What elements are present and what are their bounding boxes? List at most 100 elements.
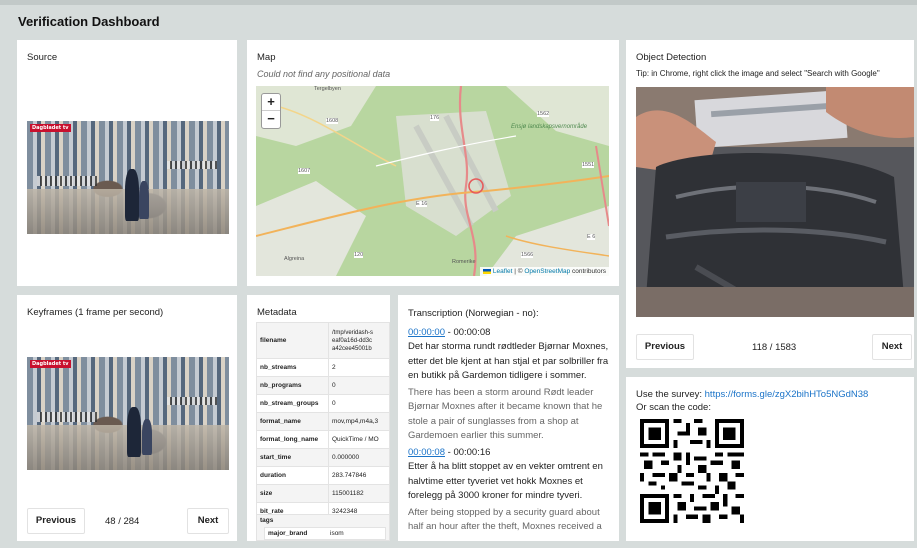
map-label-7: E 16 xyxy=(416,201,428,207)
map-label-12: Romerike xyxy=(452,259,476,265)
map-label-5: 1607 xyxy=(298,168,311,174)
attribution-sep: | © xyxy=(512,268,525,275)
metadata-value: 2 xyxy=(328,358,390,377)
metadata-value: 0 xyxy=(328,394,390,413)
keyframe-image[interactable]: Dagbladet tv xyxy=(27,357,229,470)
tags-sub-key: major_brand xyxy=(268,530,308,537)
object-detection-title: Object Detection xyxy=(636,52,707,63)
metadata-key: size xyxy=(256,484,329,503)
segment-start-link[interactable]: 00:00:00 xyxy=(408,327,445,338)
metadata-value: 115001182 xyxy=(328,484,390,503)
table-row: start_time 0.000000 xyxy=(256,448,390,467)
map-view[interactable]: Tergelbyen 1608 1562 1551 1607 176 E 16 … xyxy=(256,86,609,276)
metadata-tags: tags major_brand isom xyxy=(256,514,390,541)
transcription-segment: 00:00:00 - 00:00:08 Det har storma rundt… xyxy=(408,326,614,444)
top-bar: Verification Dashboard xyxy=(0,0,917,32)
source-title: Source xyxy=(27,52,58,63)
keyframe-previous-button[interactable]: Previous xyxy=(27,508,85,534)
map-subtitle: Could not find any positional data xyxy=(257,69,391,79)
metadata-value: 0 xyxy=(328,376,390,395)
metadata-key: start_time xyxy=(256,448,329,467)
map-attribution: Leaflet | © OpenStreetMap contributors xyxy=(480,267,609,276)
map-label-8: E 6 xyxy=(587,234,596,240)
segment-original: Det har storma rundt rødtleder Bjørnar M… xyxy=(408,341,609,381)
keyframes-panel: Keyframes (1 frame per second) Dagbladet… xyxy=(17,295,237,541)
metadata-value: 283.747846 xyxy=(328,466,390,485)
map-label-13: Ensjø landskapsvernområde xyxy=(511,124,588,130)
segment-end: 00:00:16 xyxy=(453,446,491,458)
metadata-value: /tmp/veridash-s eaf0a16d-dd3c a42cee4500… xyxy=(328,322,390,359)
survey-scan-text: Or scan the code: xyxy=(636,402,711,413)
tags-subtable: major_brand isom xyxy=(264,527,386,540)
metadata-table: filename /tmp/veridash-s eaf0a16d-dd3c a… xyxy=(256,322,390,539)
keyframes-title: Keyframes (1 frame per second) xyxy=(27,307,164,318)
transcription-body: Transcription (Norwegian - no): 00:00:00… xyxy=(408,307,614,537)
table-row: filename /tmp/veridash-s eaf0a16d-dd3c a… xyxy=(256,322,390,359)
page-title: Verification Dashboard xyxy=(18,14,160,29)
qr-code-icon xyxy=(640,419,744,523)
leaflet-link[interactable]: Leaflet xyxy=(493,268,513,275)
object-previous-button[interactable]: Previous xyxy=(636,334,694,360)
transcription-segment: 00:00:08 - 00:00:16 Etter å ha blitt sto… xyxy=(408,446,614,535)
zoom-out-button[interactable]: − xyxy=(262,111,280,128)
metadata-value: mov,mp4,m4a,3 xyxy=(328,412,390,431)
map-label-9: 1566 xyxy=(521,252,534,258)
detected-object-graphic xyxy=(636,87,914,317)
object-detection-image[interactable] xyxy=(636,87,914,317)
table-row: format_name mov,mp4,m4a,3 xyxy=(256,412,390,431)
object-detection-tip: Tip: in Chrome, right click the image an… xyxy=(636,69,880,78)
table-row: duration 283.747846 xyxy=(256,466,390,485)
tags-label: tags xyxy=(260,517,274,524)
map-label-3: 1562 xyxy=(537,111,550,117)
source-logo: Dagbladet tv xyxy=(30,124,71,132)
metadata-key: nb_programs xyxy=(256,376,329,395)
attribution-tail: contributors xyxy=(570,268,606,275)
survey-text: Use the survey: https://forms.gle/zgX2bi… xyxy=(636,388,868,414)
metadata-title: Metadata xyxy=(257,307,297,318)
object-detection-panel: Object Detection Tip: in Chrome, right c… xyxy=(626,40,914,368)
map-label-1: Tergelbyen xyxy=(314,86,341,92)
source-panel: Source Dagbladet tv xyxy=(17,40,237,286)
table-row: nb_streams 2 xyxy=(256,358,390,377)
ukraine-flag-icon xyxy=(483,268,492,274)
segment-translation: After being stopped by a security guard … xyxy=(408,506,602,533)
map-zoom-control: + − xyxy=(261,93,281,129)
survey-prefix: Use the survey: xyxy=(636,389,705,400)
segment-start-link[interactable]: 00:00:08 xyxy=(408,447,445,458)
map-label-4: 1551 xyxy=(582,162,595,168)
table-row: size 115001182 xyxy=(256,484,390,503)
metadata-key: nb_stream_groups xyxy=(256,394,329,413)
metadata-key: format_long_name xyxy=(256,430,329,449)
segment-original: Etter å ha blitt stoppet av en vekter om… xyxy=(408,461,603,501)
segment-translation: There has been a storm around Rødt leade… xyxy=(408,386,603,442)
object-frame-counter: 118 / 1583 xyxy=(752,342,797,353)
metadata-value: 0.000000 xyxy=(328,448,390,467)
object-next-button[interactable]: Next xyxy=(872,334,912,360)
map-label-2: 1608 xyxy=(326,118,339,124)
osm-link[interactable]: OpenStreetMap xyxy=(524,268,570,275)
source-video[interactable]: Dagbladet tv xyxy=(27,121,229,234)
table-row: nb_programs 0 xyxy=(256,376,390,395)
keyframe-logo: Dagbladet tv xyxy=(30,360,71,368)
tags-sub-value: isom xyxy=(330,530,344,537)
metadata-key: duration xyxy=(256,466,329,485)
survey-panel: Use the survey: https://forms.gle/zgX2bi… xyxy=(626,377,914,541)
keyframe-next-button[interactable]: Next xyxy=(187,508,229,534)
metadata-key: nb_streams xyxy=(256,358,329,377)
metadata-key: filename xyxy=(256,322,329,359)
map-label-10: 120 xyxy=(354,252,364,258)
zoom-in-button[interactable]: + xyxy=(262,94,280,111)
map-label-11: Algreina xyxy=(284,256,305,262)
survey-link[interactable]: https://forms.gle/zgX2bihHTo5NGdN38 xyxy=(705,389,869,400)
metadata-panel: Metadata filename /tmp/veridash-s eaf0a1… xyxy=(247,295,390,541)
segment-end: 00:00:08 xyxy=(453,326,491,338)
keyframe-counter: 48 / 284 xyxy=(105,516,140,527)
metadata-key: format_name xyxy=(256,412,329,431)
transcription-panel: Transcription (Norwegian - no): 00:00:00… xyxy=(398,295,619,541)
transcription-title: Transcription (Norwegian - no): xyxy=(408,308,539,319)
map-label-6: 176 xyxy=(430,115,440,121)
map-title: Map xyxy=(257,52,276,63)
metadata-value: QuickTime / MO xyxy=(328,430,390,449)
table-row: nb_stream_groups 0 xyxy=(256,394,390,413)
table-row: format_long_name QuickTime / MO xyxy=(256,430,390,449)
